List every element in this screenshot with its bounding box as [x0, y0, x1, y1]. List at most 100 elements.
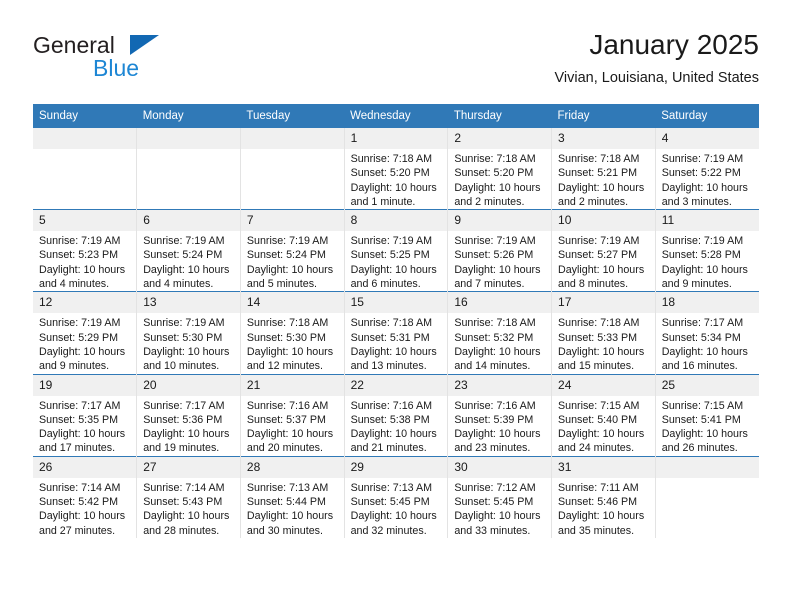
sunset-text: Sunset: 5:23 PM — [39, 249, 119, 262]
day-details: Sunrise: 7:19 AM Sunset: 5:26 PM Daylight:… — [448, 231, 550, 291]
calendar-day-cell[interactable]: 5 Sunrise: 7:19 AM Sunset: 5:23 PM Daylight… — [33, 209, 138, 292]
weekday-header-monday: Monday — [136, 104, 241, 128]
daylight-text-cont: and 23 minutes. — [454, 442, 531, 455]
calendar-day-cell[interactable]: 17 Sunrise: 7:18 AM Sunset: 5:33 PM Dayligh… — [551, 291, 656, 375]
calendar-day-cell[interactable]: 11 Sunrise: 7:19 AM Sunset: 5:28 PM Dayligh… — [655, 209, 759, 292]
calendar-day-cell[interactable]: 28 Sunrise: 7:13 AM Sunset: 5:44 PM Dayligh… — [240, 455, 345, 538]
calendar-day-cell[interactable]: 2 Sunrise: 7:18 AM Sunset: 5:20 PM Daylight… — [447, 128, 553, 210]
calendar-day-cell[interactable]: 1 Sunrise: 7:18 AM Sunset: 5:20 PM Daylight… — [344, 128, 449, 210]
calendar-day-cell[interactable]: 10 Sunrise: 7:19 AM Sunset: 5:27 PM Dayligh… — [551, 209, 656, 292]
calendar-week-row: 1 Sunrise: 7:18 AM Sunset: 5:20 PM Daylight… — [33, 128, 759, 210]
day-details: Sunrise: 7:18 AM Sunset: 5:21 PM Daylight:… — [552, 149, 654, 209]
daylight-text-cont: and 17 minutes. — [39, 442, 116, 455]
sunset-text: Sunset: 5:39 PM — [454, 413, 534, 426]
sunset-text: Sunset: 5:20 PM — [350, 167, 430, 180]
sunrise-text: Sunrise: 7:17 AM — [39, 399, 121, 412]
sunset-text: Sunset: 5:34 PM — [661, 331, 741, 344]
day-details: Sunrise: 7:18 AM Sunset: 5:31 PM Daylight:… — [345, 313, 447, 373]
day-number — [655, 457, 759, 478]
daylight-text: Daylight: 10 hours — [454, 510, 541, 523]
sunset-text: Sunset: 5:45 PM — [350, 496, 430, 509]
daylight-text-cont: and 6 minutes. — [350, 278, 421, 291]
sunrise-text: Sunrise: 7:18 AM — [454, 153, 536, 165]
daylight-text: Daylight: 10 hours — [661, 428, 748, 441]
day-number: 22 — [344, 375, 447, 396]
day-details: Sunrise: 7:18 AM Sunset: 5:33 PM Daylight:… — [552, 313, 654, 373]
sunset-text: Sunset: 5:24 PM — [246, 249, 326, 262]
daylight-text: Daylight: 10 hours — [143, 345, 230, 358]
day-details: Sunrise: 7:14 AM Sunset: 5:42 PM Daylight:… — [33, 478, 136, 538]
day-number: 5 — [33, 210, 136, 232]
daylight-text: Daylight: 10 hours — [558, 263, 645, 276]
daylight-text: Daylight: 10 hours — [558, 428, 645, 441]
sunset-text: Sunset: 5:46 PM — [558, 496, 638, 509]
calendar-day-cell[interactable]: 13 Sunrise: 7:19 AM Sunset: 5:30 PM Dayligh… — [136, 291, 241, 375]
day-number: 12 — [33, 292, 136, 314]
day-details: Sunrise: 7:18 AM Sunset: 5:20 PM Daylight:… — [345, 149, 447, 209]
calendar-day-cell[interactable]: 16 Sunrise: 7:18 AM Sunset: 5:32 PM Dayligh… — [447, 291, 553, 375]
daylight-text-cont: and 3 minutes. — [661, 195, 732, 208]
day-number: 1 — [344, 128, 447, 149]
calendar-day-cell[interactable]: 19 Sunrise: 7:17 AM Sunset: 5:35 PM Dayligh… — [33, 373, 138, 457]
daylight-text: Daylight: 10 hours — [661, 345, 748, 358]
daylight-text: Daylight: 10 hours — [143, 428, 230, 441]
calendar-day-cell[interactable]: 20 Sunrise: 7:17 AM Sunset: 5:36 PM Dayligh… — [136, 373, 241, 457]
calendar-day-cell[interactable]: 24 Sunrise: 7:15 AM Sunset: 5:40 PM Dayligh… — [551, 373, 656, 457]
sunrise-text: Sunrise: 7:14 AM — [143, 481, 225, 494]
daylight-text: Daylight: 10 hours — [39, 428, 126, 441]
general-blue-logo[interactable]: General Blue — [33, 32, 263, 88]
sunset-text: Sunset: 5:32 PM — [454, 331, 534, 344]
daylight-text-cont: and 20 minutes. — [246, 442, 323, 455]
day-details: Sunrise: 7:16 AM Sunset: 5:39 PM Daylight:… — [448, 396, 550, 456]
day-number: 2 — [448, 128, 551, 149]
day-details: Sunrise: 7:19 AM Sunset: 5:25 PM Daylight:… — [345, 231, 447, 291]
calendar-day-cell[interactable]: 3 Sunrise: 7:18 AM Sunset: 5:21 PM Daylight… — [551, 128, 656, 210]
calendar-day-cell[interactable]: 4 Sunrise: 7:19 AM Sunset: 5:22 PM Daylight… — [655, 128, 759, 210]
calendar-day-cell[interactable]: 29 Sunrise: 7:13 AM Sunset: 5:45 PM Dayligh… — [344, 455, 449, 538]
daylight-text: Daylight: 10 hours — [661, 263, 748, 276]
daylight-text: Daylight: 10 hours — [246, 428, 334, 441]
day-details: Sunrise: 7:19 AM Sunset: 5:29 PM Daylight:… — [33, 313, 136, 373]
sunrise-text: Sunrise: 7:19 AM — [558, 235, 640, 248]
calendar-day-cell[interactable]: 25 Sunrise: 7:15 AM Sunset: 5:41 PM Dayligh… — [655, 373, 759, 457]
day-details: Sunrise: 7:17 AM Sunset: 5:36 PM Daylight:… — [137, 396, 239, 456]
daylight-text: Daylight: 10 hours — [350, 428, 437, 441]
calendar-day-cell[interactable]: 21 Sunrise: 7:16 AM Sunset: 5:37 PM Dayligh… — [240, 373, 345, 457]
sunrise-text: Sunrise: 7:18 AM — [350, 153, 432, 165]
daylight-text-cont: and 16 minutes. — [661, 360, 738, 373]
calendar-day-cell[interactable]: 12 Sunrise: 7:19 AM Sunset: 5:29 PM Dayligh… — [33, 291, 138, 375]
day-details: Sunrise: 7:19 AM Sunset: 5:24 PM Daylight:… — [137, 231, 239, 291]
calendar-day-cell[interactable]: 15 Sunrise: 7:18 AM Sunset: 5:31 PM Dayligh… — [344, 291, 449, 375]
calendar-day-cell[interactable]: 27 Sunrise: 7:14 AM Sunset: 5:43 PM Dayligh… — [136, 455, 241, 538]
calendar-day-cell[interactable]: 22 Sunrise: 7:16 AM Sunset: 5:38 PM Dayligh… — [344, 373, 449, 457]
sunrise-text: Sunrise: 7:16 AM — [350, 399, 432, 412]
calendar-day-cell[interactable]: 14 Sunrise: 7:18 AM Sunset: 5:30 PM Dayligh… — [240, 291, 345, 375]
calendar-day-cell[interactable]: 23 Sunrise: 7:16 AM Sunset: 5:39 PM Dayligh… — [447, 373, 553, 457]
day-details — [33, 149, 136, 152]
day-number: 28 — [240, 457, 344, 478]
day-details: Sunrise: 7:15 AM Sunset: 5:40 PM Daylight:… — [552, 396, 654, 456]
calendar-day-cell[interactable]: 9 Sunrise: 7:19 AM Sunset: 5:26 PM Daylight… — [447, 209, 553, 292]
day-details: Sunrise: 7:15 AM Sunset: 5:41 PM Daylight:… — [656, 396, 759, 456]
day-number: 16 — [448, 292, 551, 314]
sunrise-text: Sunrise: 7:15 AM — [558, 399, 640, 412]
sunset-text: Sunset: 5:22 PM — [661, 167, 741, 180]
calendar-day-cell[interactable]: 30 Sunrise: 7:12 AM Sunset: 5:45 PM Dayligh… — [447, 455, 553, 538]
calendar-day-cell[interactable]: 18 Sunrise: 7:17 AM Sunset: 5:34 PM Dayligh… — [655, 291, 759, 375]
calendar-week-row: 12 Sunrise: 7:19 AM Sunset: 5:29 PM Dayligh… — [33, 291, 759, 375]
day-details: Sunrise: 7:16 AM Sunset: 5:37 PM Daylight:… — [241, 396, 343, 456]
day-details: Sunrise: 7:18 AM Sunset: 5:32 PM Daylight:… — [448, 313, 550, 373]
day-number — [33, 128, 136, 149]
sunrise-text: Sunrise: 7:19 AM — [661, 235, 744, 248]
day-details: Sunrise: 7:19 AM Sunset: 5:28 PM Daylight:… — [656, 231, 759, 291]
daylight-text-cont: and 14 minutes. — [454, 360, 531, 373]
sunset-text: Sunset: 5:44 PM — [246, 496, 326, 509]
calendar-day-cell[interactable]: 8 Sunrise: 7:19 AM Sunset: 5:25 PM Daylight… — [344, 209, 449, 292]
calendar-day-cell[interactable]: 7 Sunrise: 7:19 AM Sunset: 5:24 PM Daylight… — [240, 209, 345, 292]
day-number: 13 — [137, 292, 240, 314]
calendar-day-cell[interactable]: 31 Sunrise: 7:11 AM Sunset: 5:46 PM Dayligh… — [551, 455, 656, 538]
daylight-text-cont: and 8 minutes. — [558, 278, 629, 291]
sunset-text: Sunset: 5:29 PM — [39, 331, 119, 344]
calendar-day-cell[interactable]: 26 Sunrise: 7:14 AM Sunset: 5:42 PM Dayligh… — [33, 455, 138, 538]
calendar-day-cell[interactable]: 6 Sunrise: 7:19 AM Sunset: 5:24 PM Daylight… — [136, 209, 241, 292]
